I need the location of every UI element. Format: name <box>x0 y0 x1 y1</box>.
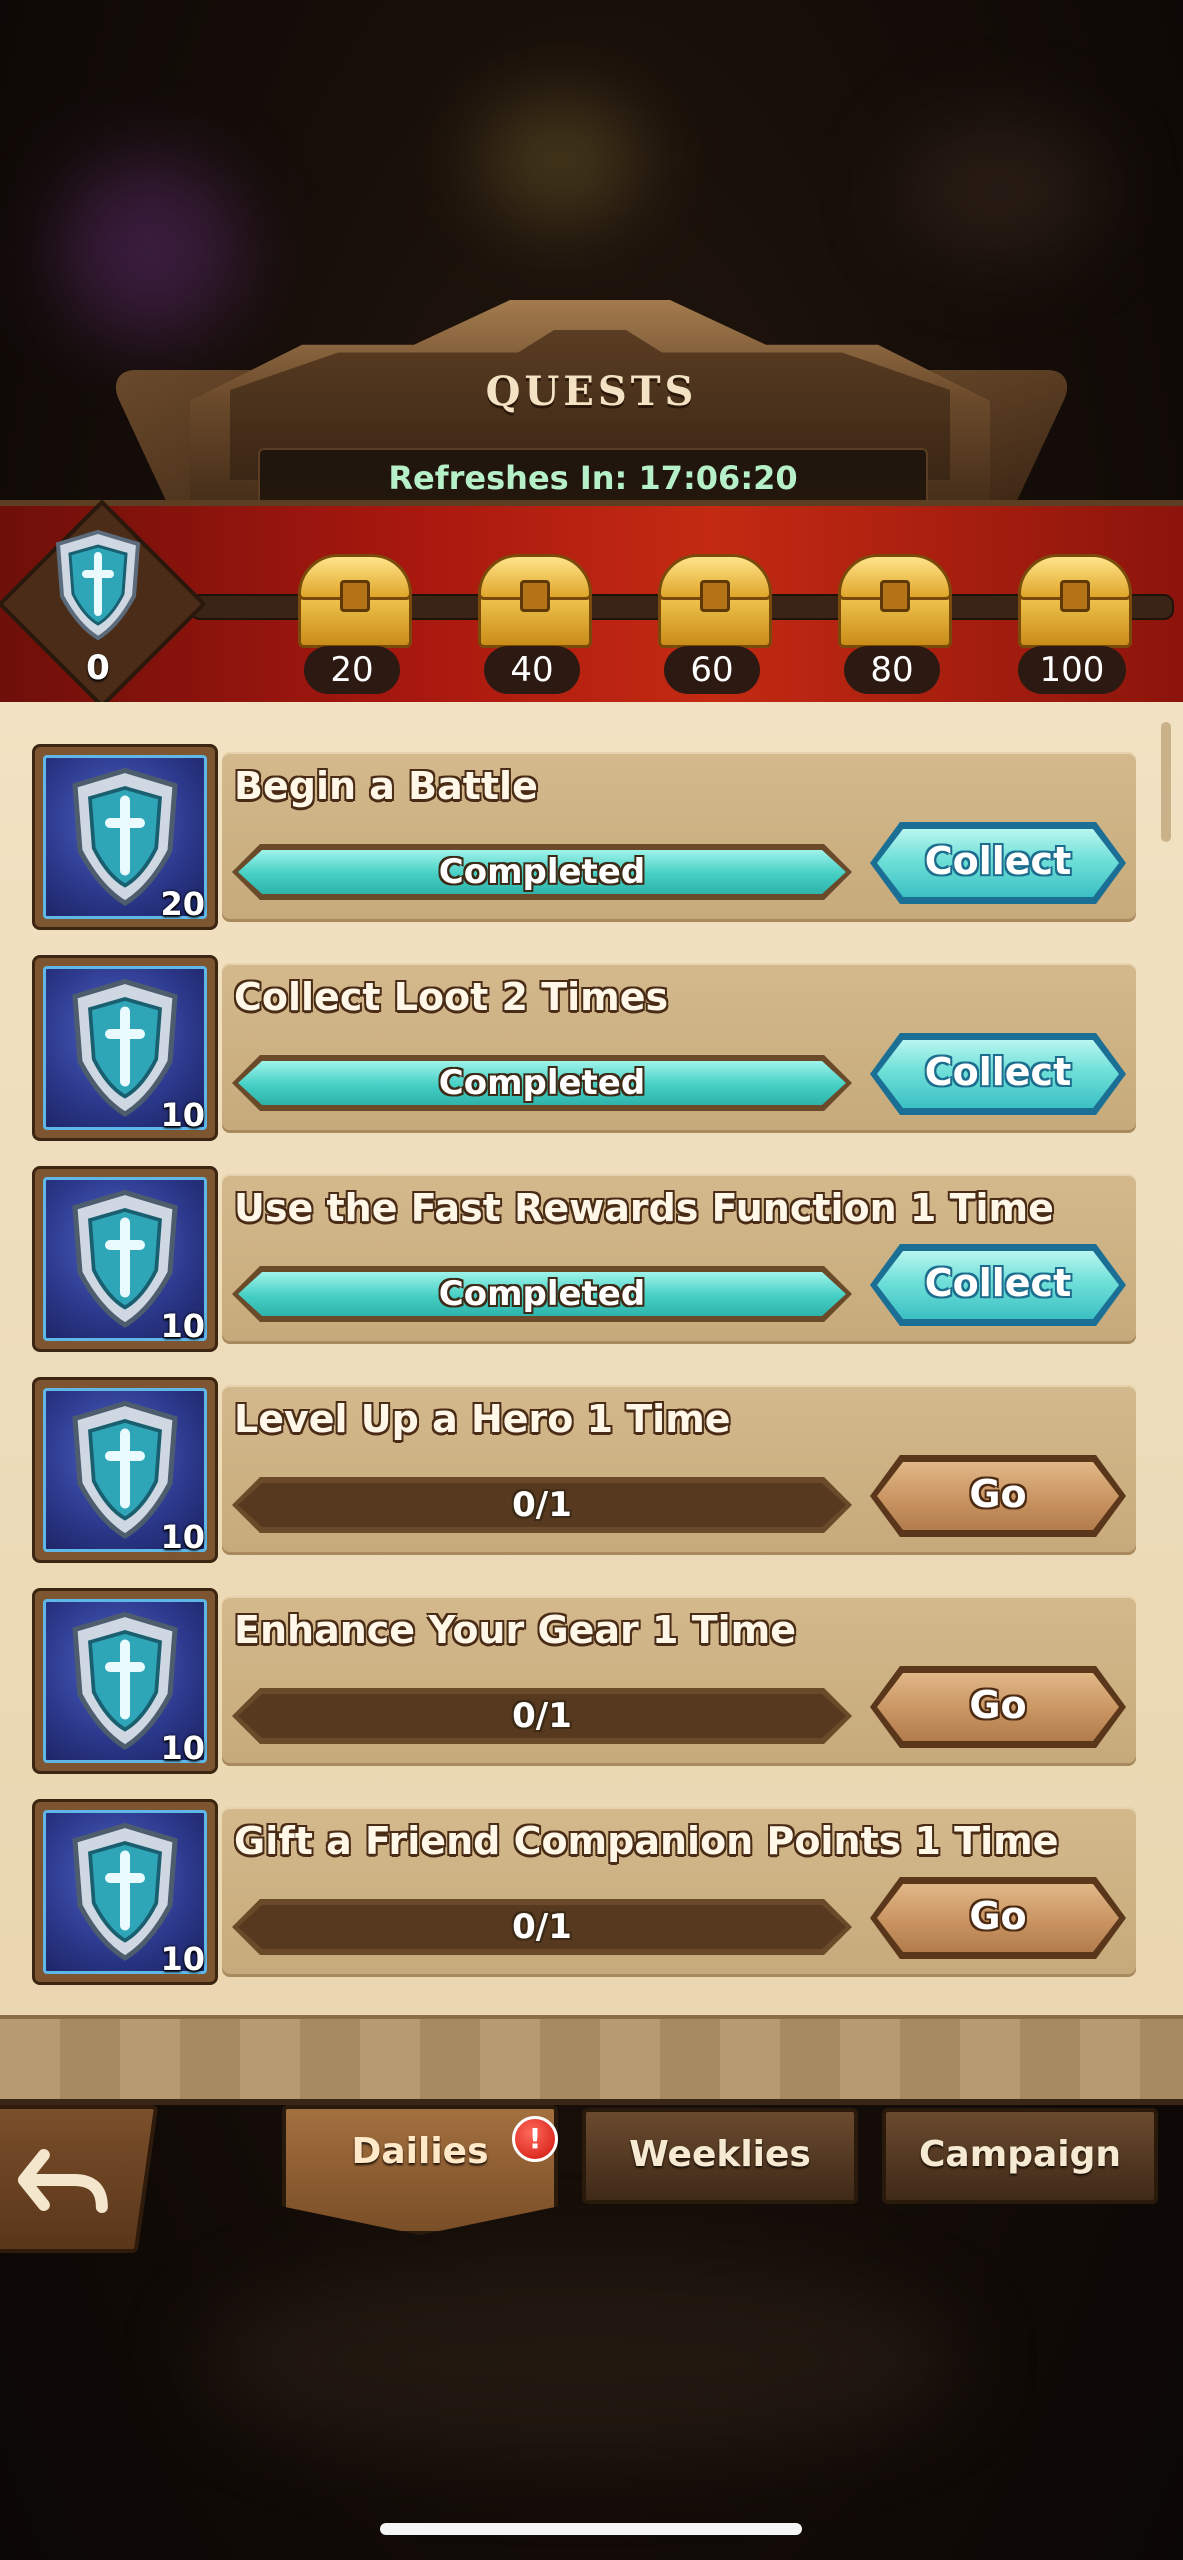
quest-points: 20 <box>160 885 205 923</box>
quest-row: 10 Collect Loot 2 Times Completed Collect <box>32 955 1136 1141</box>
chest-threshold: 40 <box>484 646 580 694</box>
treasure-chest-icon[interactable] <box>472 550 592 648</box>
refresh-label: Refreshes In: <box>388 459 628 497</box>
quest-reward-icon: 10 <box>32 1377 218 1563</box>
shield-sword-icon <box>55 529 141 641</box>
go-button[interactable]: Go <box>870 1877 1126 1959</box>
panel-bottom-trim <box>0 2015 1183 2105</box>
treasure-chest-icon[interactable] <box>832 550 952 648</box>
collect-button[interactable]: Collect <box>870 822 1126 904</box>
quest-points: 10 <box>160 1518 205 1556</box>
quest-progress-bar: Completed <box>232 1055 852 1111</box>
collect-button[interactable]: Collect <box>870 1033 1126 1115</box>
go-button[interactable]: Go <box>870 1455 1126 1537</box>
progress-text: 0/1 <box>512 1485 572 1525</box>
quest-progress-bar: 0/1 <box>232 1899 852 1955</box>
progress-text: 0/1 <box>512 1907 572 1947</box>
quest-title: Gift a Friend Companion Points 1 Time <box>234 1819 1059 1863</box>
scrollbar[interactable] <box>1161 722 1171 842</box>
go-button-label: Go <box>969 1683 1027 1727</box>
quests-header: Quests Refreshes In: 17:06:20 <box>0 290 1183 530</box>
quest-row: 20 Begin a Battle Completed Collect <box>32 744 1136 930</box>
background-blur <box>480 100 640 220</box>
quest-row: 10 Level Up a Hero 1 Time 0/1 Go <box>32 1377 1136 1563</box>
quest-progress-bar: Completed <box>232 844 852 900</box>
background-blur <box>200 2260 960 2460</box>
chest-threshold: 20 <box>304 646 400 694</box>
tab-campaign[interactable]: Campaign <box>882 2108 1158 2204</box>
quest-points: 10 <box>160 1940 205 1978</box>
treasure-chest-icon[interactable] <box>1012 550 1132 648</box>
quest-points: 10 <box>160 1096 205 1134</box>
background-blur <box>900 120 1100 260</box>
tab-weeklies[interactable]: Weeklies <box>582 2108 858 2204</box>
quest-progress-bar: Completed <box>232 1266 852 1322</box>
quest-reward-icon: 10 <box>32 955 218 1141</box>
progress-text: Completed <box>438 852 646 892</box>
tab-campaign-label: Campaign <box>918 2134 1122 2175</box>
go-button-label: Go <box>969 1472 1027 1516</box>
milestone-bar: 0 20 40 60 80 100 <box>0 499 1183 710</box>
progress-text: Completed <box>438 1063 646 1103</box>
treasure-chest-icon[interactable] <box>292 550 412 648</box>
progress-text: 0/1 <box>512 1696 572 1736</box>
treasure-chest-icon[interactable] <box>652 550 772 648</box>
progress-text: Completed <box>438 1274 646 1314</box>
quest-row: 10 Gift a Friend Companion Points 1 Time 0… <box>32 1799 1136 1985</box>
back-button[interactable] <box>0 2105 159 2253</box>
go-button[interactable]: Go <box>870 1666 1126 1748</box>
collect-button[interactable]: Collect <box>870 1244 1126 1326</box>
current-points: 0 <box>86 648 110 688</box>
quest-title: Level Up a Hero 1 Time <box>234 1397 731 1441</box>
quest-row: 10 Use the Fast Rewards Function 1 Time Co… <box>32 1166 1136 1352</box>
quest-row: 10 Enhance Your Gear 1 Time 0/1 Go <box>32 1588 1136 1774</box>
notification-badge: ! <box>512 2116 558 2162</box>
quest-reward-icon: 20 <box>32 744 218 930</box>
collect-button-label: Collect <box>924 839 1072 883</box>
chest-threshold: 80 <box>844 646 940 694</box>
quest-title: Begin a Battle <box>234 764 538 808</box>
quest-reward-icon: 10 <box>32 1588 218 1774</box>
go-button-label: Go <box>969 1894 1027 1938</box>
collect-button-label: Collect <box>924 1050 1072 1094</box>
chest-threshold: 100 <box>1018 646 1126 694</box>
quest-progress-bar: 0/1 <box>232 1477 852 1533</box>
tab-weeklies-label: Weeklies <box>629 2134 811 2175</box>
back-arrow-icon <box>17 2149 108 2213</box>
chest-threshold: 60 <box>664 646 760 694</box>
collect-button-label: Collect <box>924 1261 1072 1305</box>
quest-points: 10 <box>160 1729 205 1767</box>
refresh-time: 17:06:20 <box>638 459 798 497</box>
page-title: Quests <box>485 368 698 415</box>
quest-reward-icon: 10 <box>32 1799 218 1985</box>
quest-title: Enhance Your Gear 1 Time <box>234 1608 797 1652</box>
quest-reward-icon: 10 <box>32 1166 218 1352</box>
home-indicator[interactable] <box>380 2523 802 2535</box>
quest-title: Use the Fast Rewards Function 1 Time <box>234 1186 1054 1230</box>
refresh-timer: Refreshes In: 17:06:20 <box>258 448 928 508</box>
quest-title: Collect Loot 2 Times <box>234 975 669 1019</box>
quest-progress-bar: 0/1 <box>232 1688 852 1744</box>
quest-points: 10 <box>160 1307 205 1345</box>
